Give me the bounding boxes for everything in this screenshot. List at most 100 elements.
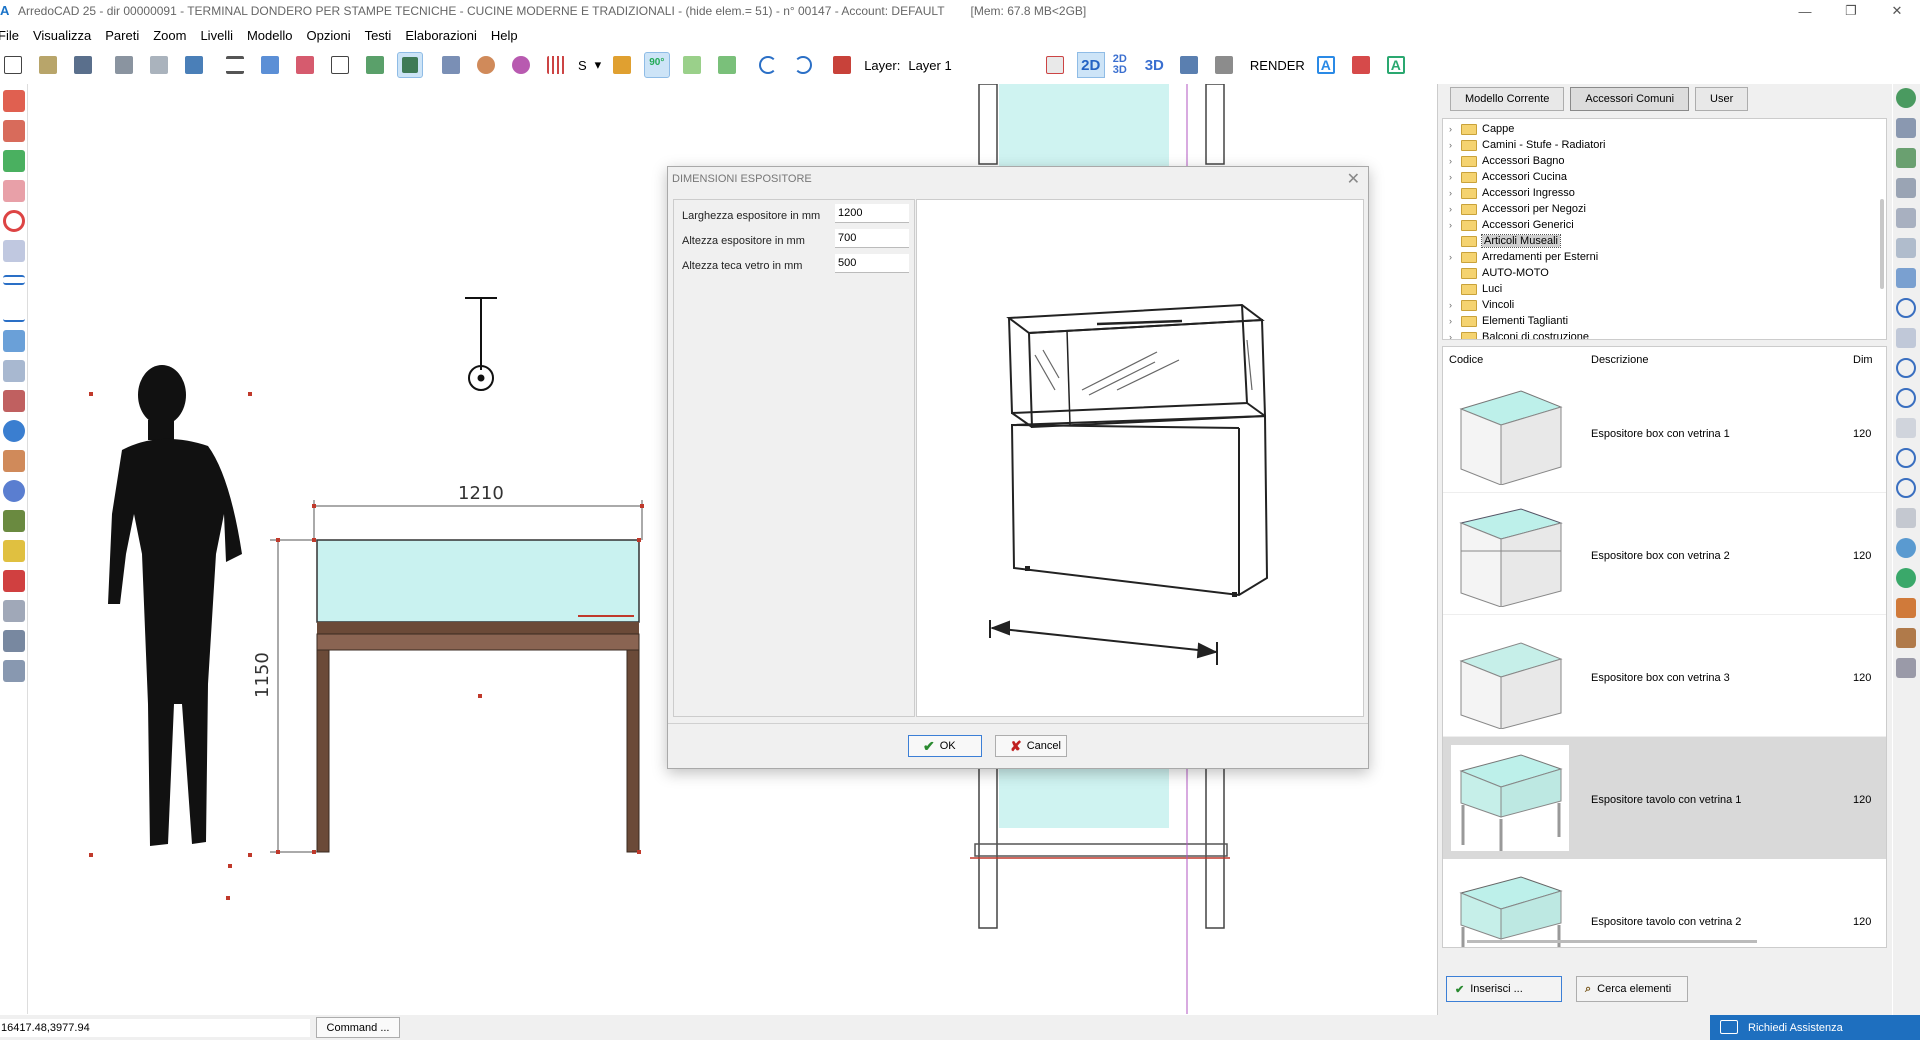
tree-item-elementi-taglianti[interactable]: › Elementi Taglianti: [1449, 313, 1568, 329]
tree-item-accessori-bagno[interactable]: › Accessori Bagno: [1449, 153, 1565, 169]
erase-tool-icon[interactable]: [1042, 52, 1068, 78]
scale-tool-icon[interactable]: [3, 240, 25, 262]
expand-arrow-icon[interactable]: ›: [1449, 156, 1461, 166]
wall-tool-icon[interactable]: [222, 52, 248, 78]
text-a-icon[interactable]: A: [1313, 52, 1339, 78]
snap-options-icon[interactable]: [3, 450, 25, 472]
tools-icon[interactable]: [1896, 598, 1916, 618]
tab-accessori-comuni[interactable]: Accessori Comuni: [1570, 87, 1690, 111]
tree-item-cappe[interactable]: › Cappe: [1449, 121, 1514, 137]
link-icon[interactable]: [1896, 658, 1916, 678]
move-tool-icon[interactable]: [3, 120, 25, 142]
open-folder-icon[interactable]: [35, 52, 61, 78]
expand-arrow-icon[interactable]: ›: [1449, 204, 1461, 214]
tree-item-accessori-cucina[interactable]: › Accessori Cucina: [1449, 169, 1567, 185]
list-item[interactable]: Espositore tavolo con vetrina 2 120: [1443, 859, 1886, 947]
list-item[interactable]: Espositore box con vetrina 2 120: [1443, 493, 1886, 615]
column-codice[interactable]: Codice: [1449, 354, 1483, 366]
chevron-down-icon[interactable]: ▾: [595, 57, 602, 73]
stretch-tool-icon[interactable]: [3, 150, 25, 172]
wall-icon[interactable]: [1896, 178, 1916, 198]
menu-opzioni[interactable]: Opzioni: [307, 28, 351, 43]
expand-arrow-icon[interactable]: ›: [1449, 140, 1461, 150]
view-2d3d-button[interactable]: 2D 3D: [1113, 54, 1133, 76]
layer-value[interactable]: Layer 1: [908, 58, 951, 73]
menu-pareti[interactable]: Pareti: [105, 28, 139, 43]
print-preview-icon[interactable]: [146, 52, 172, 78]
layers-icon[interactable]: [438, 52, 464, 78]
expand-arrow-icon[interactable]: ›: [1449, 300, 1461, 310]
grid-dots-icon[interactable]: [543, 52, 569, 78]
assist-button[interactable]: Richiedi Assistenza: [1710, 1015, 1920, 1040]
catalog-book-icon[interactable]: [1348, 52, 1374, 78]
texture-tool-icon[interactable]: [3, 510, 25, 532]
menu-elaborazioni[interactable]: Elaborazioni: [405, 28, 477, 43]
tree-scrollbar[interactable]: [1880, 199, 1884, 289]
tree-item-auto-moto[interactable]: AUTO-MOTO: [1449, 265, 1549, 281]
new-file-icon[interactable]: [0, 52, 26, 78]
menu-livelli[interactable]: Livelli: [200, 28, 233, 43]
delete-tool-icon[interactable]: [3, 90, 25, 112]
column-dim[interactable]: Dim: [1853, 354, 1873, 366]
lights-tool-icon[interactable]: [3, 600, 25, 622]
globe-icon[interactable]: [1896, 88, 1916, 108]
text-a-green-icon[interactable]: A: [1383, 52, 1409, 78]
print-icon[interactable]: [111, 52, 137, 78]
rotate-90-toggle[interactable]: 90°: [644, 52, 671, 78]
snap-toggle[interactable]: S: [578, 58, 587, 73]
array-tool-icon[interactable]: [3, 330, 25, 352]
tree-item-luci[interactable]: Luci: [1449, 281, 1502, 297]
expand-arrow-icon[interactable]: ›: [1449, 172, 1461, 182]
tree-item-arredamenti-esterni[interactable]: › Arredamenti per Esterni: [1449, 249, 1598, 265]
tab-modello-corrente[interactable]: Modello Corrente: [1450, 87, 1565, 111]
list-item[interactable]: Espositore box con vetrina 3 120: [1443, 615, 1886, 737]
cube-blue-icon[interactable]: [257, 52, 283, 78]
paint-cube-icon[interactable]: [609, 52, 635, 78]
pan-hand-icon[interactable]: [1896, 418, 1916, 438]
arrow-left-icon[interactable]: [1896, 268, 1916, 288]
menu-testi[interactable]: Testi: [365, 28, 392, 43]
floor-green-icon[interactable]: [679, 52, 705, 78]
palette-icon[interactable]: [473, 52, 499, 78]
cube-outline-icon[interactable]: [327, 52, 353, 78]
edit-tool-icon[interactable]: [3, 360, 25, 382]
tree-item-accessori-generici[interactable]: › Accessori Generici: [1449, 217, 1574, 233]
view-2d-button[interactable]: 2D: [1076, 52, 1105, 78]
insert-button[interactable]: ✔ Inserisci ...: [1446, 976, 1562, 1002]
settings-icon[interactable]: [1896, 628, 1916, 648]
view-3d-button[interactable]: 3D: [1145, 57, 1164, 74]
human-silhouette[interactable]: [108, 365, 242, 846]
search-elements-button[interactable]: ⌕ Cerca elementi: [1576, 976, 1688, 1002]
zoom-in-icon[interactable]: [1896, 358, 1916, 378]
expand-arrow-icon[interactable]: ›: [1449, 124, 1461, 134]
floor-icon[interactable]: [1896, 208, 1916, 228]
menu-help[interactable]: Help: [491, 28, 518, 43]
glass-height-field-input[interactable]: [835, 254, 909, 273]
render-icon[interactable]: [1211, 52, 1237, 78]
material-m2-icon[interactable]: [3, 570, 25, 592]
save-icon[interactable]: [70, 52, 96, 78]
menu-zoom[interactable]: Zoom: [153, 28, 186, 43]
tree-item-accessori-negozi[interactable]: › Accessori per Negozi: [1449, 201, 1586, 217]
visibility-tool-icon[interactable]: [3, 630, 25, 652]
eraser-tool-icon[interactable]: [3, 180, 25, 202]
sphere-tool-icon[interactable]: [3, 480, 25, 502]
list-item[interactable]: Espositore box con vetrina 1 120: [1443, 371, 1886, 493]
camera-icon[interactable]: [181, 52, 207, 78]
dialog-close-button[interactable]: ✕: [1347, 169, 1360, 189]
zoom-previous-icon[interactable]: [1896, 478, 1916, 498]
expand-arrow-icon[interactable]: ›: [1449, 188, 1461, 198]
menu-visualizza[interactable]: Visualizza: [33, 28, 91, 43]
column-descrizione[interactable]: Descrizione: [1591, 354, 1648, 366]
material-m-icon[interactable]: [3, 540, 25, 562]
walk-icon[interactable]: [1896, 568, 1916, 588]
close-window-button[interactable]: ✕: [1874, 0, 1920, 22]
connect-nodes-icon[interactable]: [508, 52, 534, 78]
expand-arrow-icon[interactable]: ›: [1449, 220, 1461, 230]
cursor-icon[interactable]: [1896, 508, 1916, 528]
zoom-window-icon[interactable]: [1896, 298, 1916, 318]
orbit-icon[interactable]: [1896, 538, 1916, 558]
ceiling-icon[interactable]: [1896, 238, 1916, 258]
perpendicular-tool-icon[interactable]: [3, 300, 25, 322]
info-icon[interactable]: [3, 420, 25, 442]
